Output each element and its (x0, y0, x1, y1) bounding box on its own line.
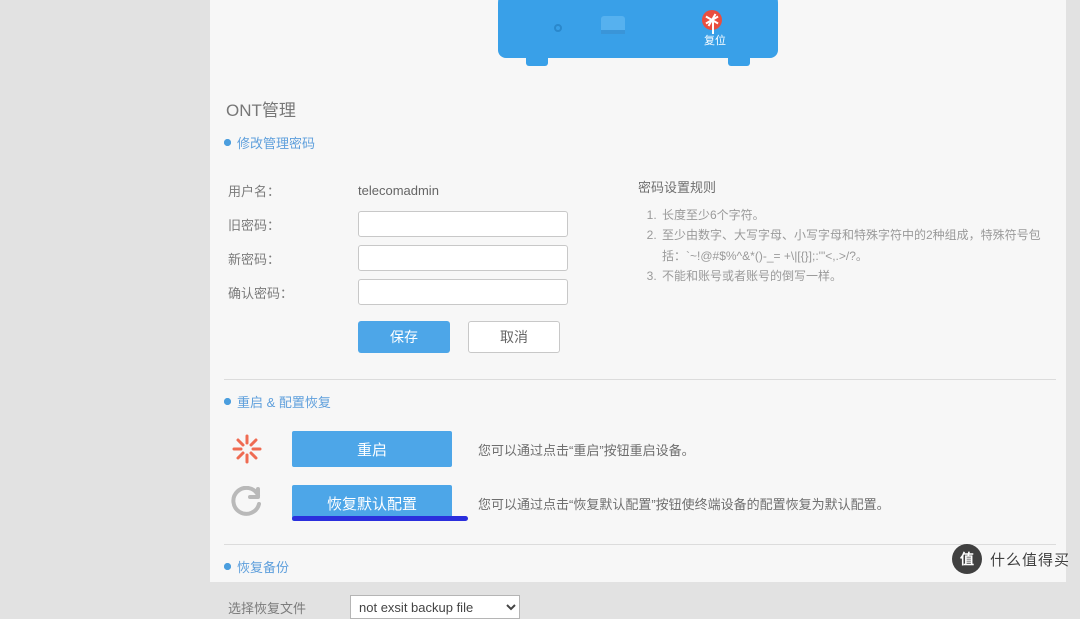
watermark-badge-icon: 值 (952, 544, 982, 574)
section-title-password: 修改管理密码 (237, 133, 315, 152)
watermark: 值 什么值得买 (952, 544, 1070, 574)
section-title-backup: 恢复备份 (237, 557, 289, 576)
device-reset-label: 复位 (704, 32, 726, 48)
backup-file-label: 选择恢复文件 (228, 598, 306, 617)
restore-refresh-icon (228, 484, 266, 522)
cancel-button[interactable]: 取消 (468, 321, 560, 353)
device-port-icon (601, 16, 625, 34)
confirm-password-input[interactable] (358, 279, 568, 305)
page-title: ONT管理 (224, 92, 1056, 131)
bullet-icon (224, 398, 231, 405)
username-value: telecomadmin (358, 183, 439, 198)
old-password-label: 旧密码： (228, 215, 358, 234)
bullet-icon (224, 563, 231, 570)
restart-description: 您可以通过点击“重启”按钮重启设备。 (478, 440, 695, 459)
new-password-input[interactable] (358, 245, 568, 271)
username-label: 用户名： (228, 181, 358, 200)
watermark-text: 什么值得买 (990, 549, 1070, 570)
save-button[interactable]: 保存 (358, 321, 450, 353)
new-password-label: 新密码： (228, 249, 358, 268)
old-password-input[interactable] (358, 211, 568, 237)
section-header-backup: 恢复备份 (224, 555, 1056, 587)
confirm-password-label: 确认密码： (228, 283, 358, 302)
rule-item: 不能和账号或者账号的倒写一样。 (660, 266, 1056, 286)
backup-file-select[interactable]: not exsit backup file (350, 595, 520, 619)
main-panel: 复位 ONT管理 修改管理密码 用户名： telecomadmin 旧密码： (210, 0, 1066, 582)
section-header-password: 修改管理密码 (224, 131, 1056, 163)
restart-button[interactable]: 重启 (292, 431, 452, 467)
rule-item: 至少由数字、大写字母、小写字母和特殊字符中的2种组成，特殊符号包括：`~!@#$… (660, 225, 1056, 266)
rules-title: 密码设置规则 (638, 177, 1056, 199)
bullet-icon (224, 139, 231, 146)
annotation-underline (292, 516, 468, 521)
restart-burst-icon (228, 430, 266, 468)
section-header-restart: 重启 & 配置恢复 (224, 390, 1056, 422)
rule-item: 长度至少6个字符。 (660, 205, 1056, 225)
password-rules: 密码设置规则 长度至少6个字符。 至少由数字、大写字母、小写字母和特殊字符中的2… (638, 173, 1056, 365)
device-reset-icon (702, 10, 722, 30)
device-illustration: 复位 (498, 0, 778, 58)
section-title-restart: 重启 & 配置恢复 (237, 392, 331, 411)
restore-description: 您可以通过点击“恢复默认配置”按钮使终端设备的配置恢复为默认配置。 (478, 494, 890, 513)
device-led-icon (554, 24, 562, 32)
